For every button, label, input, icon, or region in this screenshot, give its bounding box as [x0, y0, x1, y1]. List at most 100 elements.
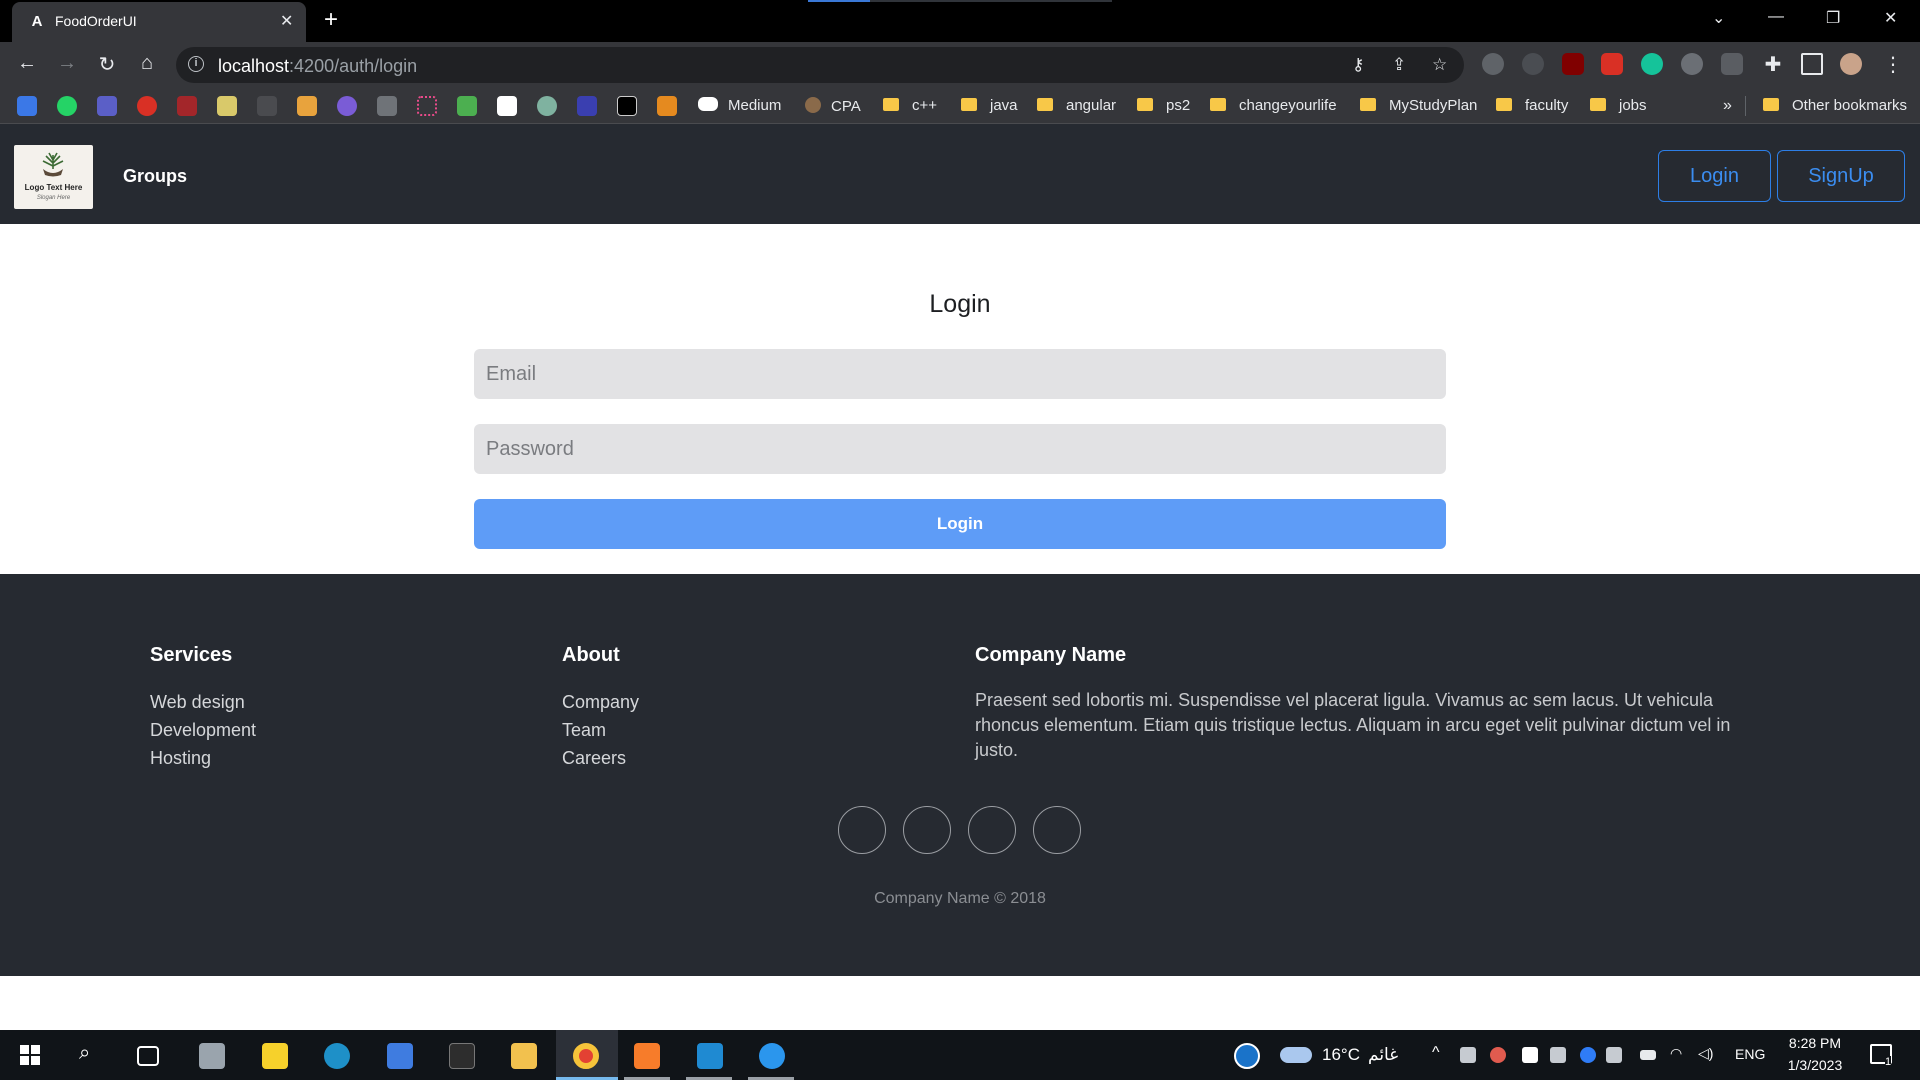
bookmark-folder-angular[interactable]: angular — [1037, 97, 1116, 114]
extension-shield-icon[interactable] — [1522, 53, 1544, 75]
teams-icon[interactable] — [97, 96, 117, 116]
footer-link-hosting[interactable]: Hosting — [150, 744, 256, 772]
restore-button[interactable]: ❐ — [1826, 8, 1840, 28]
edge-icon[interactable] — [324, 1043, 350, 1069]
bookmark-stack-icon[interactable] — [657, 96, 677, 116]
footer-link-team[interactable]: Team — [562, 716, 639, 744]
bookmark-folder-faculty[interactable]: faculty — [1496, 97, 1568, 114]
docker-icon[interactable] — [759, 1043, 785, 1069]
bookmarks-overflow-icon[interactable]: » — [1723, 97, 1732, 115]
globe-icon[interactable] — [1681, 53, 1703, 75]
clock-time[interactable]: 8:28 PM — [1785, 1035, 1845, 1051]
social-icon-2[interactable] — [903, 806, 951, 854]
home-icon[interactable]: ⌂ — [134, 52, 160, 75]
share-icon[interactable]: ⇪ — [1392, 55, 1406, 75]
close-window-button[interactable]: ✕ — [1884, 8, 1897, 28]
footer-link-careers[interactable]: Careers — [562, 744, 639, 772]
terminal-icon[interactable] — [449, 1043, 475, 1069]
store-icon[interactable] — [387, 1043, 413, 1069]
nav-login-button[interactable]: Login — [1658, 150, 1771, 202]
hackerrank-icon[interactable] — [617, 96, 637, 116]
chrome-icon[interactable] — [573, 1043, 599, 1069]
bookmark-folder-cpp[interactable]: c++ — [883, 97, 937, 114]
bookmark-wave-icon[interactable] — [337, 96, 357, 116]
bookmark-chess-icon[interactable] — [457, 96, 477, 116]
extension-cloud-icon[interactable] — [1721, 53, 1743, 75]
whatsapp-icon[interactable] — [57, 96, 77, 116]
chatgpt-icon[interactable] — [537, 96, 557, 116]
windows-start-icon[interactable] — [20, 1045, 40, 1065]
cloud-weather-icon[interactable] — [1280, 1047, 1312, 1063]
profile-avatar[interactable] — [1840, 53, 1862, 75]
tray-device-icon[interactable] — [1606, 1047, 1622, 1063]
bookmark-face-icon[interactable] — [217, 96, 237, 116]
tab-search-icon[interactable]: ⌄ — [1712, 8, 1725, 28]
bookmark-folder-mystudyplan[interactable]: MyStudyPlan — [1360, 97, 1477, 114]
footer-link-company[interactable]: Company — [562, 688, 639, 716]
social-icon-1[interactable] — [838, 806, 886, 854]
footer-link-web-design[interactable]: Web design — [150, 688, 256, 716]
help-icon[interactable] — [1234, 1043, 1260, 1069]
extensions-puzzle-icon[interactable]: ✚ — [1760, 52, 1786, 77]
tray-cloud-icon[interactable] — [1550, 1047, 1566, 1063]
language-indicator[interactable]: ENG — [1735, 1046, 1765, 1062]
browser-menu-icon[interactable]: ⋮ — [1880, 52, 1906, 77]
site-info-icon[interactable]: i — [188, 56, 204, 72]
bookmark-chart-icon[interactable] — [297, 96, 317, 116]
forward-arrow-icon[interactable]: → — [54, 52, 80, 75]
file-explorer-icon[interactable] — [511, 1043, 537, 1069]
weather-description[interactable]: غائم — [1368, 1045, 1398, 1065]
address-bar[interactable]: i localhost:4200/auth/login ⚷ ⇪ ☆ — [176, 47, 1464, 83]
wifi-icon[interactable]: ◠ — [1670, 1045, 1682, 1062]
grammarly-icon[interactable] — [1641, 53, 1663, 75]
task-view-icon[interactable] — [137, 1046, 159, 1066]
footer-link-development[interactable]: Development — [150, 716, 256, 744]
amazon-icon[interactable] — [497, 96, 517, 116]
password-field[interactable] — [474, 424, 1446, 474]
tray-app-icon-2[interactable] — [1490, 1047, 1506, 1063]
nav-signup-button[interactable]: SignUp — [1777, 150, 1905, 202]
bookmark-folder-jobs[interactable]: jobs — [1590, 97, 1647, 114]
social-icon-4[interactable] — [1033, 806, 1081, 854]
bookmark-medium[interactable]: Medium — [698, 97, 781, 114]
nav-link-groups[interactable]: Groups — [123, 166, 187, 187]
bookmark-red-icon[interactable] — [137, 96, 157, 116]
email-field[interactable] — [474, 349, 1446, 399]
minimize-button[interactable]: — — [1768, 8, 1784, 26]
site-logo[interactable]: Logo Text Here Slogan Here — [14, 145, 93, 209]
translate-icon[interactable] — [17, 96, 37, 116]
app-icon-snipping[interactable] — [199, 1043, 225, 1069]
social-icon-3[interactable] — [968, 806, 1016, 854]
close-tab-icon[interactable]: ✕ — [280, 11, 293, 31]
side-panel-icon[interactable] — [1801, 53, 1823, 75]
tray-security-icon[interactable] — [1522, 1047, 1538, 1063]
extension-grid-icon[interactable] — [1601, 53, 1623, 75]
extension-capture-icon[interactable] — [1482, 53, 1504, 75]
tray-app-icon-1[interactable] — [1460, 1047, 1476, 1063]
bookmark-folder-java[interactable]: java — [961, 97, 1018, 114]
intellij-icon[interactable] — [634, 1043, 660, 1069]
reload-icon[interactable]: ↻ — [94, 52, 120, 77]
tray-overflow-icon[interactable]: ^ — [1432, 1044, 1440, 1062]
bookmark-cpa[interactable]: CPA — [805, 97, 861, 115]
search-icon[interactable]: ⌕ — [79, 1042, 90, 1065]
bookmark-web-icon[interactable] — [577, 96, 597, 116]
bookmark-dots-icon[interactable] — [257, 96, 277, 116]
clock-date[interactable]: 1/3/2023 — [1779, 1057, 1851, 1073]
bluetooth-icon[interactable] — [1580, 1047, 1596, 1063]
browser-tab-active[interactable]: A FoodOrderUI ✕ — [12, 2, 306, 42]
volume-icon[interactable]: ◁) — [1698, 1045, 1713, 1062]
bookmark-folder-changeyourlife[interactable]: changeyourlife — [1210, 97, 1337, 114]
bookmark-folder-other[interactable]: Other bookmarks — [1763, 97, 1907, 114]
battery-icon[interactable] — [1640, 1050, 1656, 1060]
weather-temperature[interactable]: 16°C — [1322, 1045, 1360, 1065]
vscode-icon[interactable] — [697, 1043, 723, 1069]
back-arrow-icon[interactable]: ← — [14, 52, 40, 75]
new-tab-button[interactable]: + — [324, 6, 338, 34]
key-icon[interactable]: ⚷ — [1352, 55, 1364, 75]
bookmark-folder-ps2[interactable]: ps2 — [1137, 97, 1190, 114]
jdeone-icon[interactable] — [377, 96, 397, 116]
ublock-icon[interactable] — [1562, 53, 1584, 75]
bookmark-star-icon[interactable]: ☆ — [1432, 55, 1447, 75]
bookmark-sparkle-icon[interactable] — [417, 96, 437, 116]
